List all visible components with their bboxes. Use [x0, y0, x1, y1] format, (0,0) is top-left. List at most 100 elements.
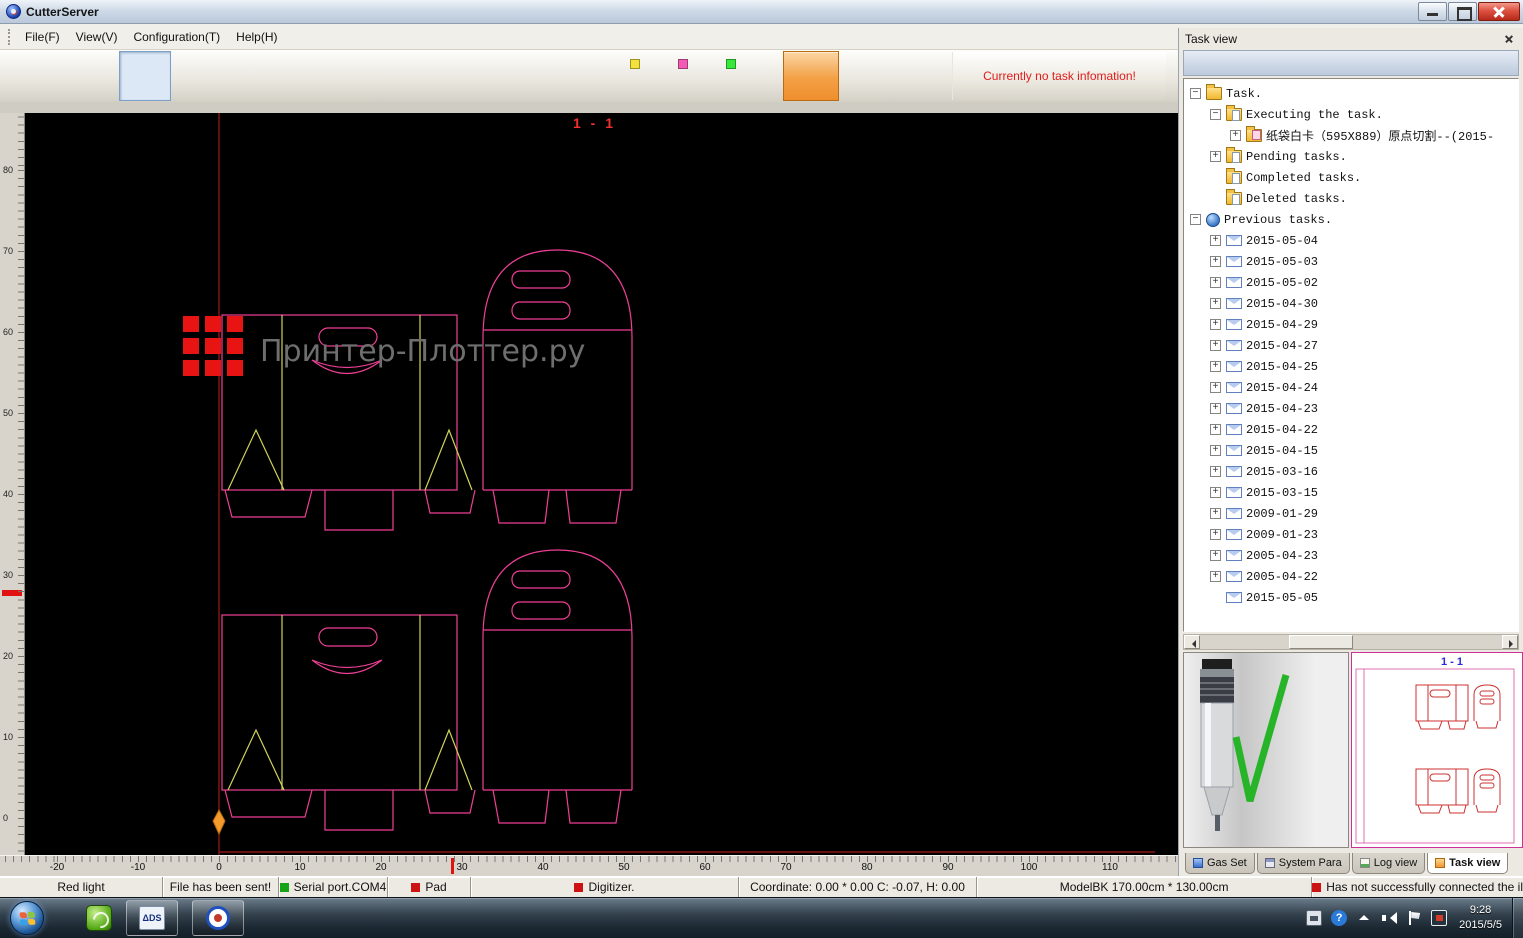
expand-toggle[interactable]: [1210, 319, 1221, 330]
keyboard-icon[interactable]: [1306, 910, 1322, 926]
tree-item-icon: [1226, 550, 1242, 561]
volume-icon[interactable]: [1381, 910, 1397, 926]
menu-configuration[interactable]: Configuration(T): [125, 27, 228, 47]
comb-button[interactable]: [227, 51, 279, 101]
tree-item[interactable]: 2005-04-22: [1184, 566, 1518, 587]
expand-toggle[interactable]: [1210, 277, 1221, 288]
minimize-button[interactable]: [1418, 2, 1447, 21]
expand-toggle[interactable]: [1210, 298, 1221, 309]
tree-item[interactable]: 2015-04-24: [1184, 377, 1518, 398]
tree-item[interactable]: 2015-04-27: [1184, 335, 1518, 356]
tree-item[interactable]: Task.: [1184, 83, 1518, 104]
expand-toggle[interactable]: [1230, 130, 1241, 141]
expand-toggle[interactable]: [1210, 424, 1221, 435]
tree-item[interactable]: 2015-05-03: [1184, 251, 1518, 272]
tree-item[interactable]: 2015-04-23: [1184, 398, 1518, 419]
digitizer-pen-button[interactable]: [443, 51, 495, 101]
expand-toggle[interactable]: [1210, 109, 1221, 120]
tab-system-para[interactable]: System Para: [1257, 853, 1350, 874]
pen-tool-yellow-button[interactable]: [622, 51, 668, 101]
tree-item[interactable]: 2005-04-23: [1184, 545, 1518, 566]
scroll-right-arrow[interactable]: [1502, 635, 1518, 649]
drawing-canvas[interactable]: 1 - 1: [25, 113, 1178, 855]
tree-item[interactable]: 2015-05-05: [1184, 587, 1518, 608]
grid-test-button[interactable]: [389, 51, 441, 101]
menu-view[interactable]: View(V): [68, 27, 126, 47]
tree-item[interactable]: 2015-05-02: [1184, 272, 1518, 293]
taskbar-cutterserver-app-button[interactable]: [192, 900, 244, 936]
tab-gas-set[interactable]: Gas Set: [1185, 853, 1255, 874]
manual-move-button[interactable]: [281, 51, 333, 101]
expand-toggle[interactable]: [1210, 382, 1221, 393]
expand-toggle[interactable]: [1210, 508, 1221, 519]
tree-item[interactable]: Deleted tasks.: [1184, 188, 1518, 209]
taskbar-ads-app-button[interactable]: [126, 900, 178, 936]
show-desktop-button[interactable]: [1512, 898, 1523, 938]
zoom-button[interactable]: [119, 51, 171, 101]
expand-toggle[interactable]: [1210, 235, 1221, 246]
help-icon[interactable]: [1331, 910, 1347, 926]
menu-file[interactable]: File(F): [17, 27, 68, 47]
start-button[interactable]: [10, 901, 44, 935]
tree-item[interactable]: 2015-04-25: [1184, 356, 1518, 377]
flag-icon[interactable]: [1406, 910, 1422, 926]
tree-item[interactable]: 2009-01-29: [1184, 503, 1518, 524]
lamp-button[interactable]: [173, 51, 225, 101]
tree-item[interactable]: Pending tasks.: [1184, 146, 1518, 167]
status-text: Red light: [57, 880, 104, 894]
tree-item[interactable]: 2015-03-15: [1184, 482, 1518, 503]
tree-item[interactable]: Previous tasks.: [1184, 209, 1518, 230]
launcher-icon[interactable]: [86, 905, 112, 931]
tree-item[interactable]: 2015-05-04: [1184, 230, 1518, 251]
stop-button[interactable]: [65, 51, 117, 101]
switch-button[interactable]: [497, 51, 549, 101]
tree-item[interactable]: 2015-04-29: [1184, 314, 1518, 335]
tree-item[interactable]: 2015-04-15: [1184, 440, 1518, 461]
expand-toggle[interactable]: [1190, 214, 1201, 225]
close-button[interactable]: [1478, 2, 1520, 21]
tree-item[interactable]: 2009-01-23: [1184, 524, 1518, 545]
tree-item[interactable]: Completed tasks.: [1184, 167, 1518, 188]
start-button[interactable]: [11, 51, 63, 101]
panel-horizontal-scrollbar[interactable]: [1183, 634, 1519, 650]
tab-task-view[interactable]: Task view: [1427, 853, 1508, 874]
tree-item[interactable]: Executing the task.: [1184, 104, 1518, 125]
expand-toggle[interactable]: [1210, 340, 1221, 351]
print-button[interactable]: [1215, 53, 1235, 73]
tab-log-view[interactable]: Log view: [1352, 853, 1425, 874]
ads-button[interactable]: [551, 51, 603, 101]
scrollbar-thumb[interactable]: [1289, 635, 1353, 649]
expand-toggle[interactable]: [1210, 151, 1221, 162]
pen-tool-green-button[interactable]: [718, 51, 764, 101]
expand-toggle[interactable]: [1210, 256, 1221, 267]
maximize-button[interactable]: [1448, 2, 1477, 21]
panel-close-icon[interactable]: [1501, 32, 1517, 47]
tree-item[interactable]: 纸袋白卡（595X889）原点切割--(2015-: [1184, 125, 1518, 146]
expand-toggle[interactable]: [1210, 403, 1221, 414]
show-hidden-icons[interactable]: [1356, 910, 1372, 926]
tree-item-icon: [1226, 529, 1242, 540]
expand-toggle[interactable]: [1210, 571, 1221, 582]
expand-toggle[interactable]: [1190, 88, 1201, 99]
expand-toggle[interactable]: [1210, 445, 1221, 456]
expand-toggle[interactable]: [1210, 550, 1221, 561]
active-tool-button[interactable]: [783, 51, 839, 101]
tool-color-chip: [678, 59, 688, 69]
menu-help[interactable]: Help(H): [228, 27, 285, 47]
expand-toggle[interactable]: [1210, 361, 1221, 372]
sleep-timer-button[interactable]: [335, 51, 387, 101]
tree-item[interactable]: 2015-04-22: [1184, 419, 1518, 440]
run-task-button[interactable]: [1190, 53, 1210, 73]
expand-toggle[interactable]: [1210, 529, 1221, 540]
monitor-icon[interactable]: [1431, 910, 1447, 926]
delete-task-button[interactable]: [1290, 53, 1310, 73]
tree-item[interactable]: 2015-03-16: [1184, 461, 1518, 482]
scroll-left-arrow[interactable]: [1184, 635, 1200, 649]
expand-toggle[interactable]: [1210, 466, 1221, 477]
move-up-button[interactable]: [1240, 53, 1260, 73]
expand-toggle[interactable]: [1210, 487, 1221, 498]
taskbar-clock[interactable]: 9:28 2015/5/5: [1459, 903, 1502, 933]
refresh-button[interactable]: [1265, 53, 1285, 73]
tree-item[interactable]: 2015-04-30: [1184, 293, 1518, 314]
pen-tool-pink-button[interactable]: [670, 51, 716, 101]
